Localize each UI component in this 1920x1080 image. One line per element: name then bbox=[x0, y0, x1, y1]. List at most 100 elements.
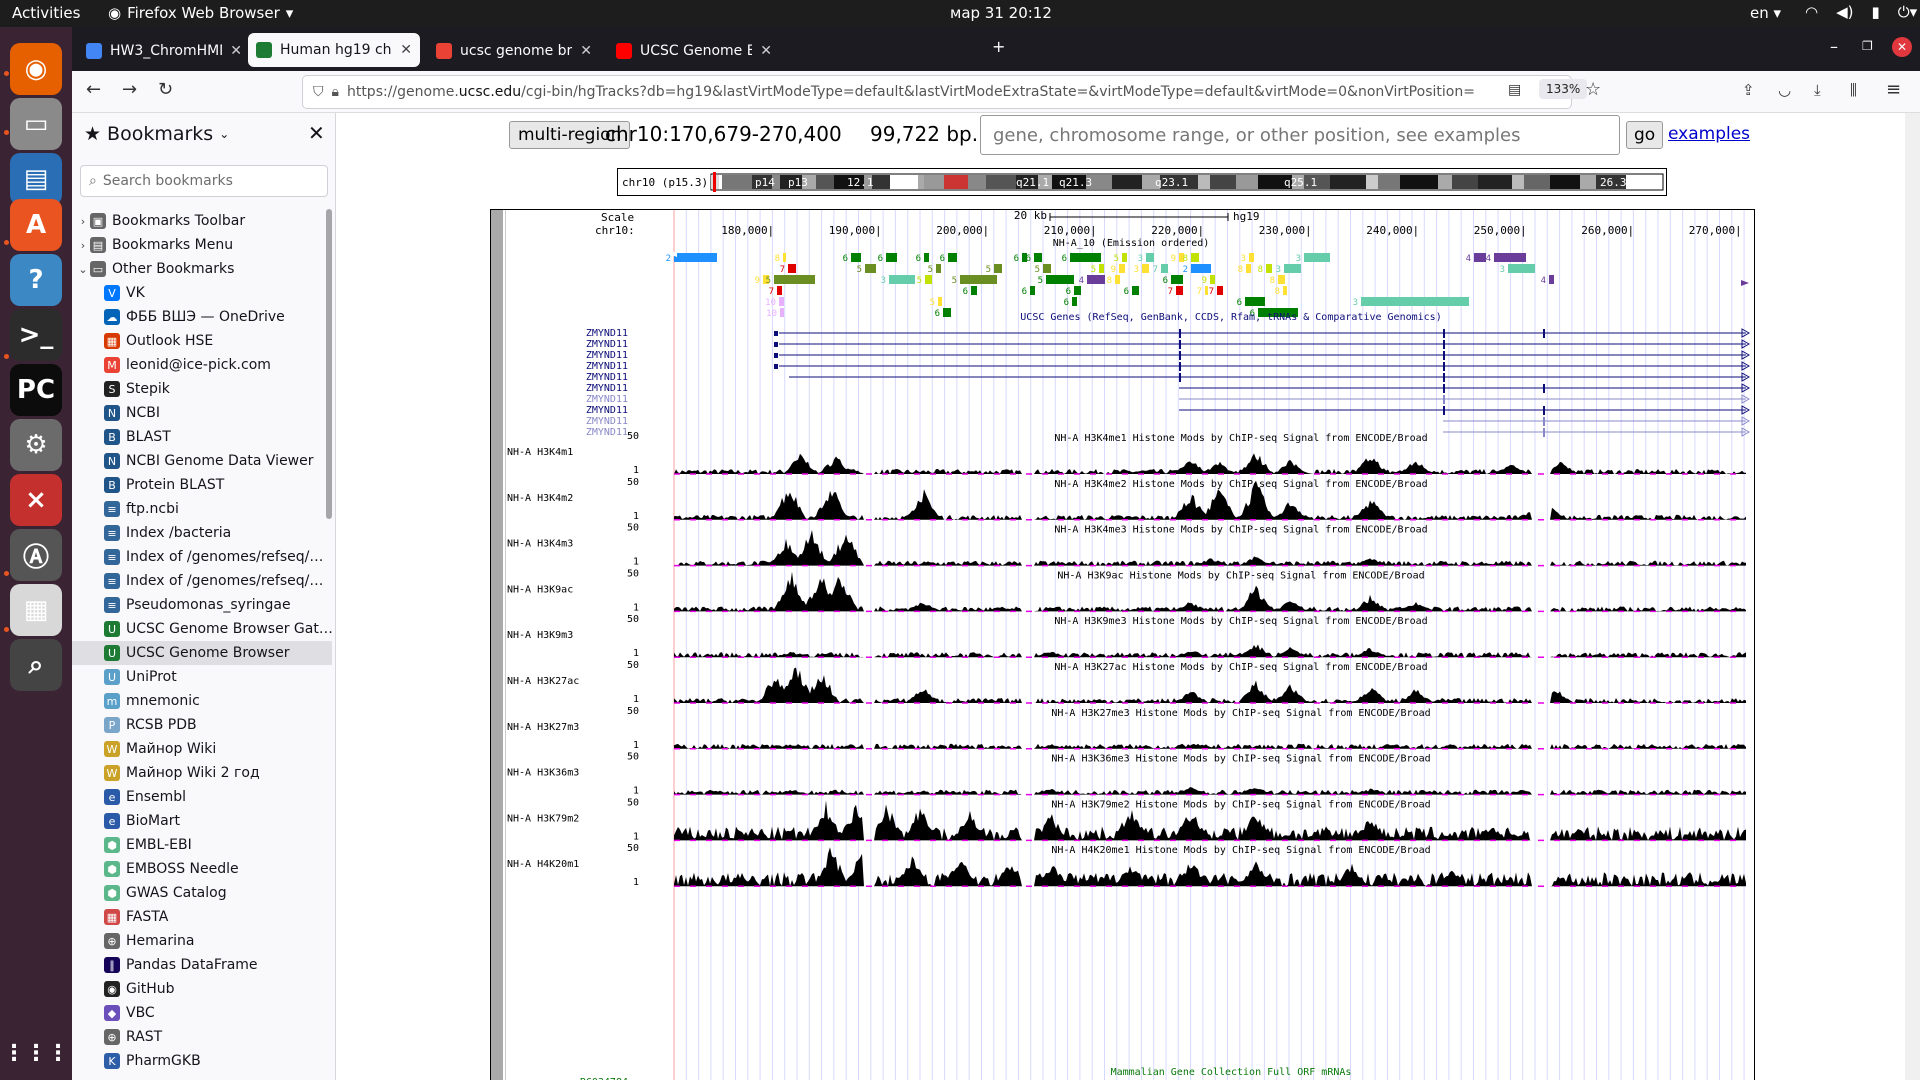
clock[interactable]: мар 31 20:12 bbox=[950, 4, 1052, 22]
bookmark-item[interactable]: U UCSC Genome Browser Gat… bbox=[72, 617, 332, 641]
bookmark-item[interactable]: ◉ GitHub bbox=[72, 977, 332, 1001]
bookmark-item[interactable]: ≡ Index of /genomes/refseq/… bbox=[72, 569, 332, 593]
browser-tab[interactable]: ucsc genome browser tut ✕ bbox=[428, 34, 600, 68]
pycharm-icon[interactable]: PC bbox=[10, 364, 62, 416]
show-applications-icon[interactable]: ⋮⋮⋮ bbox=[3, 1027, 69, 1079]
bookmark-item[interactable]: ⬢ GWAS Catalog bbox=[72, 881, 332, 905]
bookmark-item[interactable]: ▦ FASTA bbox=[72, 905, 332, 929]
go-button[interactable]: go bbox=[1626, 121, 1664, 149]
close-tab-icon[interactable]: ✕ bbox=[580, 43, 592, 59]
close-tab-icon[interactable]: ✕ bbox=[230, 43, 242, 59]
position-search-input[interactable]: gene, chromosome range, or other positio… bbox=[980, 115, 1620, 155]
library-icon[interactable]: ⫼ bbox=[1850, 81, 1857, 99]
zoom-level[interactable]: 133% bbox=[1539, 79, 1588, 99]
bookmark-item[interactable]: B Protein BLAST bbox=[72, 473, 332, 497]
software-updater-icon[interactable]: Ⓐ bbox=[10, 529, 62, 581]
bookmark-item[interactable]: ⊕ Hemarina bbox=[72, 929, 332, 953]
bookmarks-search-input[interactable]: ⌕ Search bookmarks bbox=[80, 165, 328, 197]
document-viewer-icon[interactable]: ▦ bbox=[10, 584, 62, 636]
chevron-right-icon[interactable]: › bbox=[76, 215, 90, 228]
bookmark-item[interactable]: › ▣ Bookmarks Toolbar bbox=[72, 209, 332, 233]
bookmark-item[interactable]: ∥ Pandas DataFrame bbox=[72, 953, 332, 977]
bookmark-item[interactable]: ≡ Pseudomonas_syringae bbox=[72, 593, 332, 617]
bookmark-item[interactable]: B BLAST bbox=[72, 425, 332, 449]
back-button[interactable]: ← bbox=[86, 79, 101, 100]
restore-button[interactable]: ❐ bbox=[1862, 39, 1873, 53]
downloads-icon[interactable]: ⤓ bbox=[1814, 81, 1821, 99]
chromosome-ideogram[interactable]: chr10 (p15.3) p14 p13 12.1 q21.1 q21.3 q23.1 q2… bbox=[617, 168, 1667, 196]
bookmark-item[interactable]: ≡ ftp.ncbi bbox=[72, 497, 332, 521]
new-tab-button[interactable]: + bbox=[992, 37, 1005, 56]
examples-link[interactable]: examples bbox=[1668, 124, 1750, 144]
bookmark-item[interactable]: K PharmGKB bbox=[72, 1049, 332, 1073]
sidebar-scrollbar[interactable] bbox=[326, 209, 332, 519]
bookmark-item[interactable]: ☁ ФББ ВШЭ — OneDrive bbox=[72, 305, 332, 329]
xmind-icon[interactable]: ⨯ bbox=[10, 474, 62, 526]
bookmark-item[interactable]: U UniProt bbox=[72, 665, 332, 689]
url-bar[interactable]: ⛉ 🔒︎ https://genome.ucsc.edu/cgi-bin/hgT… bbox=[302, 75, 1572, 109]
forward-button[interactable]: → bbox=[122, 79, 137, 100]
activities-button[interactable]: Activities bbox=[12, 4, 80, 22]
bookmark-item[interactable]: ≡ Index of /genomes/refseq/… bbox=[72, 545, 332, 569]
close-tab-icon[interactable]: ✕ bbox=[760, 43, 772, 59]
bookmark-item[interactable]: e Ensembl bbox=[72, 785, 332, 809]
bookmark-item[interactable]: N NCBI Genome Data Viewer bbox=[72, 449, 332, 473]
bookmark-item[interactable]: S Stepik bbox=[72, 377, 332, 401]
browser-tab[interactable]: UCSC Genome Browser B ✕ bbox=[608, 34, 780, 68]
keyboard-layout[interactable]: en ▾ bbox=[1750, 4, 1781, 22]
chromhmm-state-block bbox=[779, 297, 784, 306]
search-placeholder: Search bookmarks bbox=[102, 173, 233, 189]
bookmark-item[interactable]: ▦ Outlook HSE bbox=[72, 329, 332, 353]
bookmark-item[interactable]: ⊕ RAST bbox=[72, 1025, 332, 1049]
bookmark-item[interactable]: e BioMart bbox=[72, 809, 332, 833]
bookmark-item[interactable]: U UCSC Genome Browser bbox=[72, 641, 332, 665]
help-icon[interactable]: ? bbox=[10, 254, 62, 306]
reader-view-icon[interactable]: ▤ bbox=[1508, 82, 1521, 98]
ideogram-band bbox=[1330, 175, 1366, 189]
libreoffice-writer-icon[interactable]: ▤ bbox=[10, 153, 62, 205]
search-tool-icon[interactable]: ⌕ bbox=[10, 639, 62, 691]
pocket-icon[interactable]: ◡ bbox=[1778, 81, 1791, 99]
browser-tab[interactable]: Human hg19 chr10:170,6 ✕ bbox=[248, 33, 420, 67]
browser-tab[interactable]: HW3_ChromHMM - Goog ✕ bbox=[78, 34, 250, 68]
close-window-button[interactable]: ✕ bbox=[1892, 37, 1912, 57]
bookmark-item[interactable]: m mnemonic bbox=[72, 689, 332, 713]
bookmark-item[interactable]: P RCSB PDB bbox=[72, 713, 332, 737]
chevron-down-icon[interactable]: ⌄ bbox=[76, 263, 90, 276]
terminal-icon[interactable]: >_ bbox=[10, 309, 62, 361]
page-scrollbar[interactable] bbox=[1905, 113, 1920, 1080]
system-tray[interactable]: ◠ ◀) ▮ ⏻▾ bbox=[1805, 3, 1917, 21]
bookmark-item[interactable]: N NCBI bbox=[72, 401, 332, 425]
app-menu[interactable]: ◉ Firefox Web Browser ▾ bbox=[108, 4, 293, 22]
bookmark-item[interactable]: ◆ VBC bbox=[72, 1001, 332, 1025]
software-center-icon[interactable]: A bbox=[10, 199, 62, 251]
firefox-icon[interactable]: ◉ bbox=[10, 43, 62, 95]
bookmark-star-icon[interactable]: ☆ bbox=[1585, 79, 1601, 100]
library-save-icon[interactable]: ⇪ bbox=[1742, 81, 1755, 99]
bookmark-favicon-icon: ▭ bbox=[90, 261, 106, 277]
bookmark-item[interactable]: V VK bbox=[72, 281, 332, 305]
ideogram-band bbox=[722, 175, 752, 189]
histone-signal-area[interactable] bbox=[674, 453, 1746, 474]
minimize-button[interactable]: – bbox=[1830, 37, 1838, 56]
sidebar-header[interactable]: ★ Bookmarks ⌄ bbox=[84, 123, 229, 145]
chevron-right-icon[interactable]: › bbox=[76, 239, 90, 252]
bookmark-item[interactable]: W Майнор Wiki 2 год bbox=[72, 761, 332, 785]
bookmark-item[interactable]: ⬢ EMBOSS Needle bbox=[72, 857, 332, 881]
bookmark-item[interactable]: ≡ Index /bacteria bbox=[72, 521, 332, 545]
bookmark-item[interactable]: ⌄ ▭ Other Bookmarks bbox=[72, 257, 332, 281]
reload-button[interactable]: ↻ bbox=[158, 79, 173, 100]
bookmark-item[interactable]: ⬢ EMBL-EBI bbox=[72, 833, 332, 857]
close-tab-icon[interactable]: ✕ bbox=[400, 42, 412, 58]
track-gutter[interactable] bbox=[491, 210, 503, 1080]
bookmark-item[interactable]: W Майнор Wiki bbox=[72, 737, 332, 761]
bookmark-item[interactable]: Mleonid@ice-pick.com bbox=[72, 353, 332, 377]
bookmark-item[interactable]: › ▤ Bookmarks Menu bbox=[72, 233, 332, 257]
histone-signal-area[interactable] bbox=[674, 644, 1746, 658]
histone-signal-area[interactable] bbox=[674, 787, 1746, 795]
track-image[interactable]: Scale chr10: 20 kb hg19 180,000| 190,000| 200,… bbox=[490, 209, 1755, 1080]
files-icon[interactable]: ▭ bbox=[10, 98, 62, 150]
menu-icon[interactable]: ≡ bbox=[1886, 79, 1901, 100]
close-icon[interactable]: ✕ bbox=[308, 121, 325, 145]
settings-icon[interactable]: ⚙ bbox=[10, 419, 62, 471]
